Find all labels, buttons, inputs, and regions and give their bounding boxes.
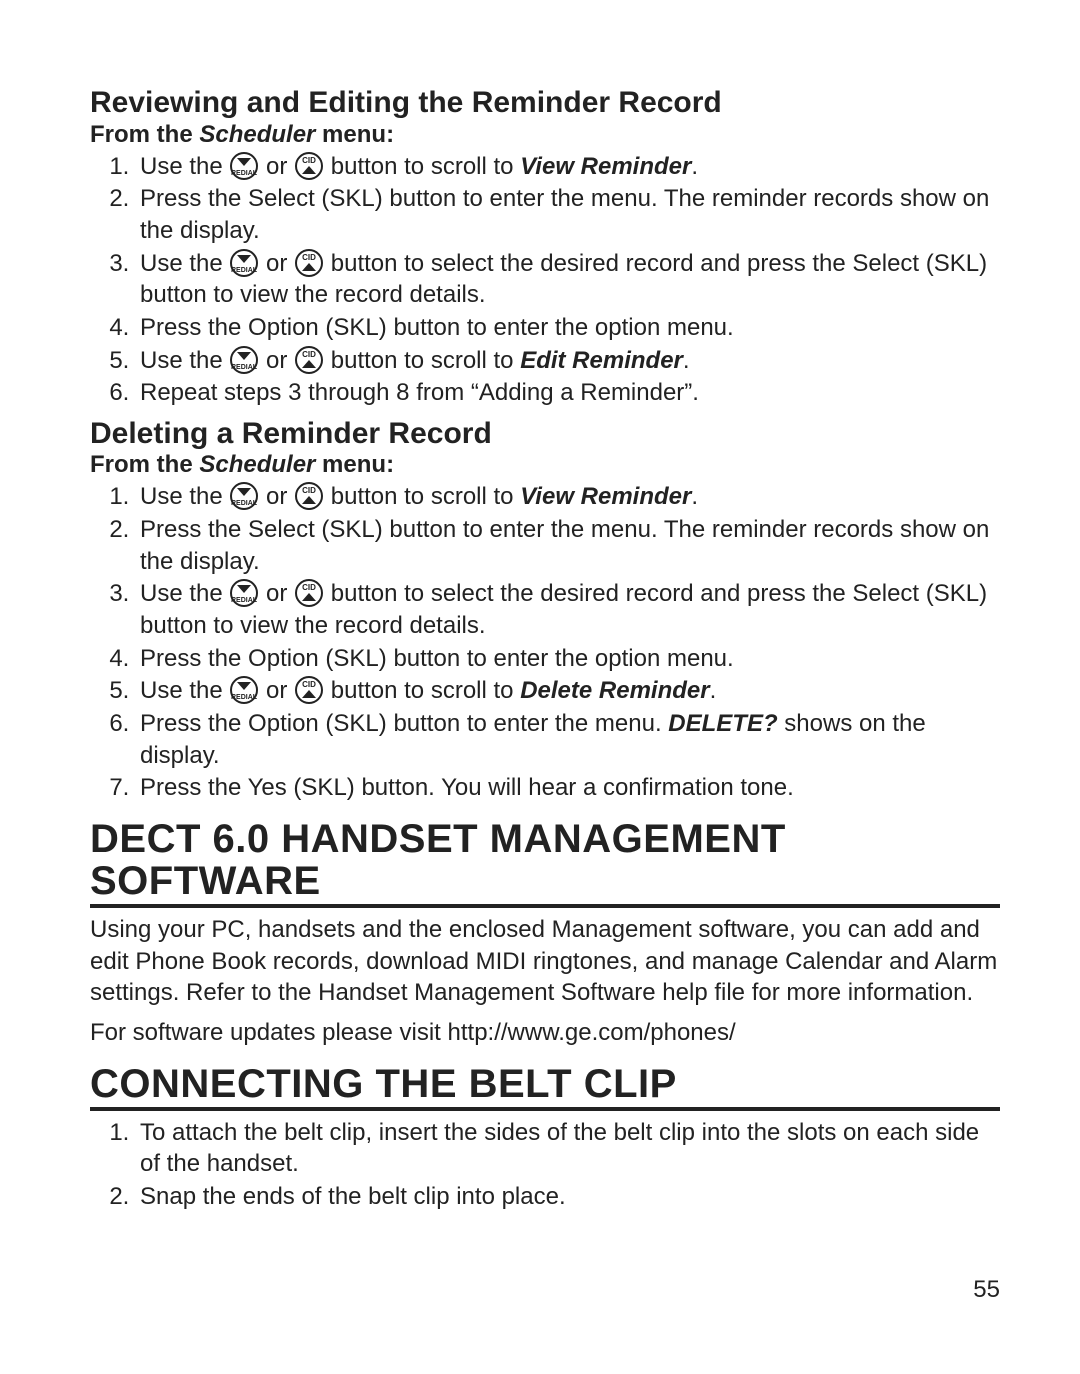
list-item: Press the Yes (SKL) button. You will hea… [136,772,1000,804]
text: . [710,677,717,704]
subheading-from-scheduler-1: From the Scheduler menu: [90,121,1000,149]
list-item: Press the Select (SKL) button to enter t… [136,183,1000,246]
text: . [691,153,698,180]
text: button to scroll to [324,347,520,374]
text: . [691,483,698,510]
text: or [259,250,294,277]
list-item: Press the Option (SKL) button to enter t… [136,312,1000,344]
from-prefix: From the [90,121,199,148]
from-suffix: menu: [315,121,394,148]
list-item: Use the or button to scroll to View Remi… [136,151,1000,183]
list-item: To attach the belt clip, insert the side… [136,1117,1000,1180]
list-item: Snap the ends of the belt clip into plac… [136,1181,1000,1213]
from-suffix: menu: [315,451,394,478]
view-reminder-label: View Reminder [520,153,691,180]
scheduler-menu-name: Scheduler [199,121,315,148]
list-item: Use the or button to scroll to Delete Re… [136,675,1000,707]
text: button to scroll to [324,153,520,180]
redial-down-icon [230,249,258,277]
redial-down-icon [230,676,258,704]
page-number: 55 [973,1276,1000,1304]
delete-reminder-label: Delete Reminder [520,677,709,704]
list-item: Use the or button to select the desired … [136,578,1000,641]
cid-up-icon [295,676,323,704]
heading-belt-clip: CONNECTING THE BELT CLIP [90,1063,1000,1111]
text: Use the [140,347,229,374]
text: Use the [140,483,229,510]
heading-review-edit: Reviewing and Editing the Reminder Recor… [90,86,1000,121]
redial-down-icon [230,482,258,510]
cid-up-icon [295,346,323,374]
cid-up-icon [295,579,323,607]
paragraph: For software updates please visit http:/… [90,1017,1000,1049]
text: Use the [140,677,229,704]
text: or [259,347,294,374]
redial-down-icon [230,579,258,607]
list-item: Use the or button to scroll to Edit Remi… [136,345,1000,377]
list-item: Press the Select (SKL) button to enter t… [136,514,1000,577]
cid-up-icon [295,482,323,510]
list-item: Use the or button to scroll to View Remi… [136,481,1000,513]
delete-steps-list: Use the or button to scroll to View Remi… [90,481,1000,804]
text: or [259,483,294,510]
paragraph: Using your PC, handsets and the enclosed… [90,914,1000,1009]
heading-delete: Deleting a Reminder Record [90,417,1000,452]
text: or [259,153,294,180]
list-item: Repeat steps 3 through 8 from “Adding a … [136,377,1000,409]
list-item: Press the Option (SKL) button to enter t… [136,643,1000,675]
list-item: Press the Option (SKL) button to enter t… [136,708,1000,771]
text: Use the [140,580,229,607]
from-prefix: From the [90,451,199,478]
edit-reminder-label: Edit Reminder [520,347,683,374]
delete-prompt: DELETE? [668,710,777,737]
beltclip-steps-list: To attach the belt clip, insert the side… [90,1117,1000,1213]
text: button to scroll to [324,677,520,704]
text: or [259,677,294,704]
text: Press the Option (SKL) button to enter t… [140,710,668,737]
review-steps-list: Use the or button to scroll to View Remi… [90,151,1000,409]
scheduler-menu-name: Scheduler [199,451,315,478]
text: or [259,580,294,607]
text: Use the [140,250,229,277]
heading-dect-software: DECT 6.0 HANDSET MANAGEMENT SOFTWARE [90,818,1000,908]
text: button to scroll to [324,483,520,510]
text: Use the [140,153,229,180]
text: . [683,347,690,374]
cid-up-icon [295,152,323,180]
redial-down-icon [230,346,258,374]
list-item: Use the or button to select the desired … [136,248,1000,311]
cid-up-icon [295,249,323,277]
view-reminder-label: View Reminder [520,483,691,510]
redial-down-icon [230,152,258,180]
subheading-from-scheduler-2: From the Scheduler menu: [90,451,1000,479]
